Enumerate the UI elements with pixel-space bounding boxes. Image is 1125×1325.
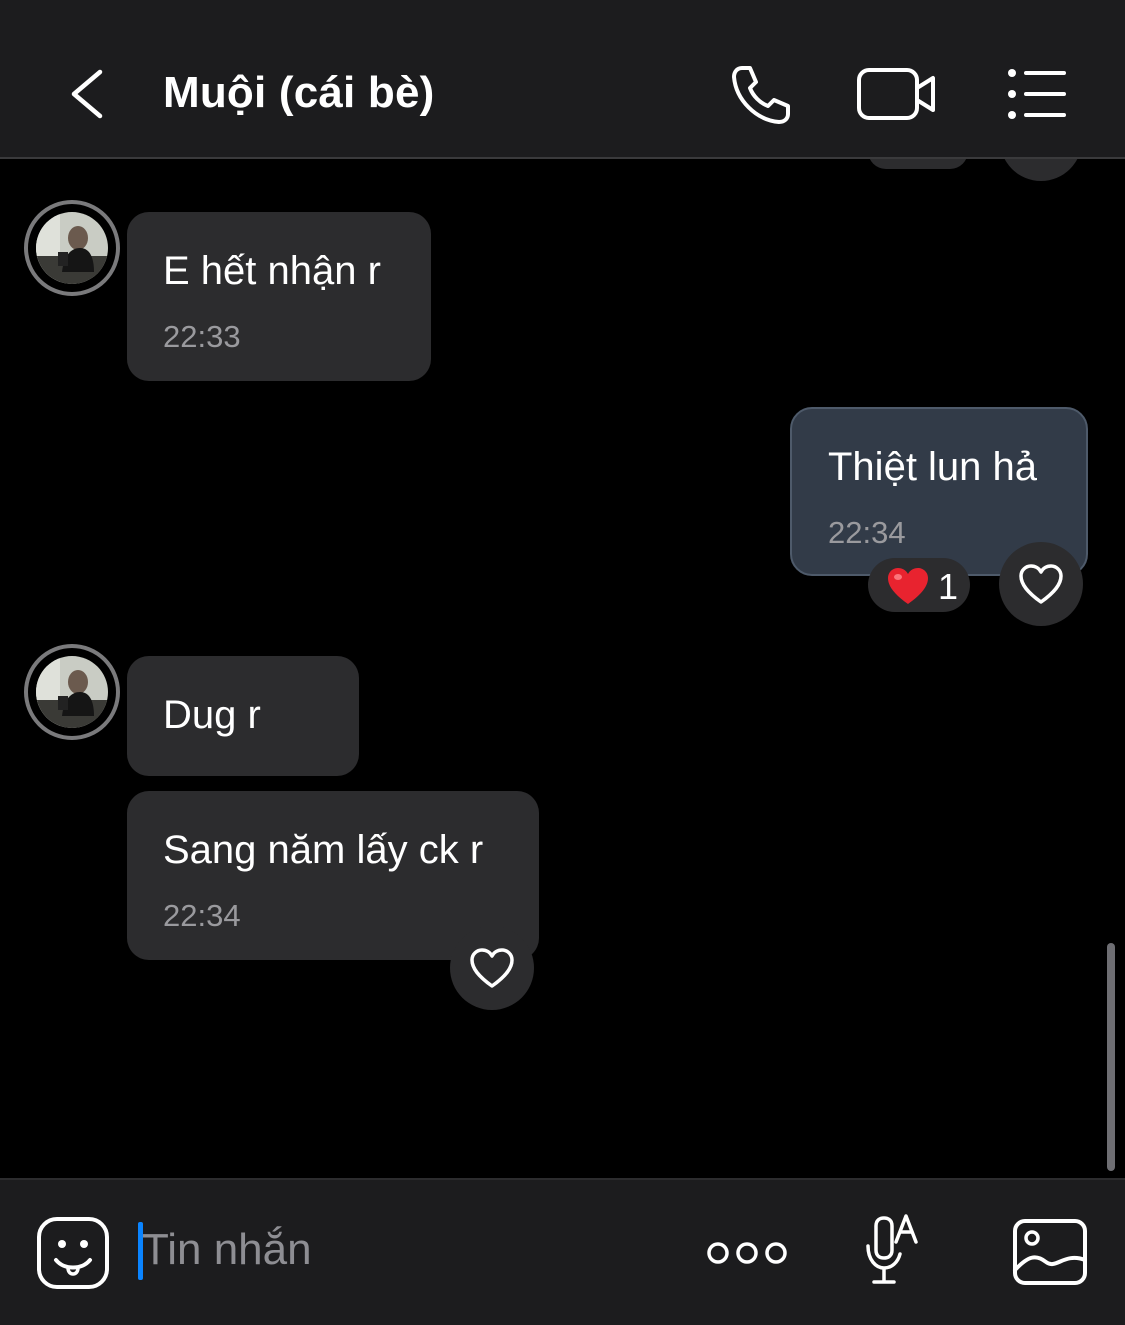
video-call-button[interactable] <box>852 58 942 130</box>
message-text: Sang năm lấy ck r <box>163 828 484 872</box>
like-button[interactable] <box>450 926 534 1010</box>
voice-to-text-mic-icon <box>866 1214 918 1284</box>
contact-avatar[interactable] <box>24 200 120 296</box>
message-text: Dug r <box>163 693 261 737</box>
contact-avatar[interactable] <box>24 644 120 740</box>
message-text: Thiệt lun hả <box>828 445 1038 489</box>
heart-outline-icon <box>1019 564 1063 604</box>
red-heart-icon <box>888 568 928 604</box>
back-button[interactable] <box>60 62 120 126</box>
voice-to-text-button[interactable] <box>862 1210 926 1294</box>
chat-header: Muội (cái bè) <box>0 0 1125 159</box>
more-options-button[interactable] <box>702 1232 792 1274</box>
video-camera-icon <box>857 68 935 120</box>
avatar-photo <box>36 656 108 728</box>
message-time: 22:33 <box>163 319 241 354</box>
image-gallery-button[interactable] <box>1010 1216 1090 1288</box>
list-menu-icon <box>1008 69 1066 119</box>
chevron-left-icon <box>71 69 103 119</box>
image-gallery-icon <box>1013 1219 1087 1285</box>
message-text: E hết nhận r <box>163 249 381 293</box>
voice-call-button[interactable] <box>718 58 798 130</box>
more-options-icon <box>707 1242 787 1264</box>
message-composer <box>0 1178 1125 1325</box>
phone-icon <box>732 66 790 124</box>
reaction-count: 1 <box>938 566 959 607</box>
conversation-menu-button[interactable] <box>996 58 1076 130</box>
like-button[interactable] <box>999 542 1083 626</box>
message-time: 22:34 <box>828 515 906 550</box>
previous-like-button[interactable] <box>1000 159 1082 181</box>
scrollbar[interactable] <box>1107 943 1115 1171</box>
message-input[interactable] <box>142 1218 662 1282</box>
heart-outline-icon <box>470 948 514 988</box>
conversation-title[interactable]: Muội (cái bè) <box>163 68 435 118</box>
avatar-photo <box>36 212 108 284</box>
incoming-message-bubble[interactable]: E hết nhận r 22:33 <box>127 212 431 381</box>
sticker-button[interactable] <box>34 1214 112 1292</box>
reaction-pill[interactable]: 1 <box>868 558 970 612</box>
message-time: 22:34 <box>163 898 241 933</box>
previous-reaction-pill[interactable] <box>868 159 968 169</box>
message-list[interactable]: E hết nhận r 22:33 Thiệt lun hả 22:34 1 <box>0 159 1125 1178</box>
sticker-face-icon <box>37 1217 109 1289</box>
incoming-message-bubble[interactable]: Dug r <box>127 656 359 776</box>
